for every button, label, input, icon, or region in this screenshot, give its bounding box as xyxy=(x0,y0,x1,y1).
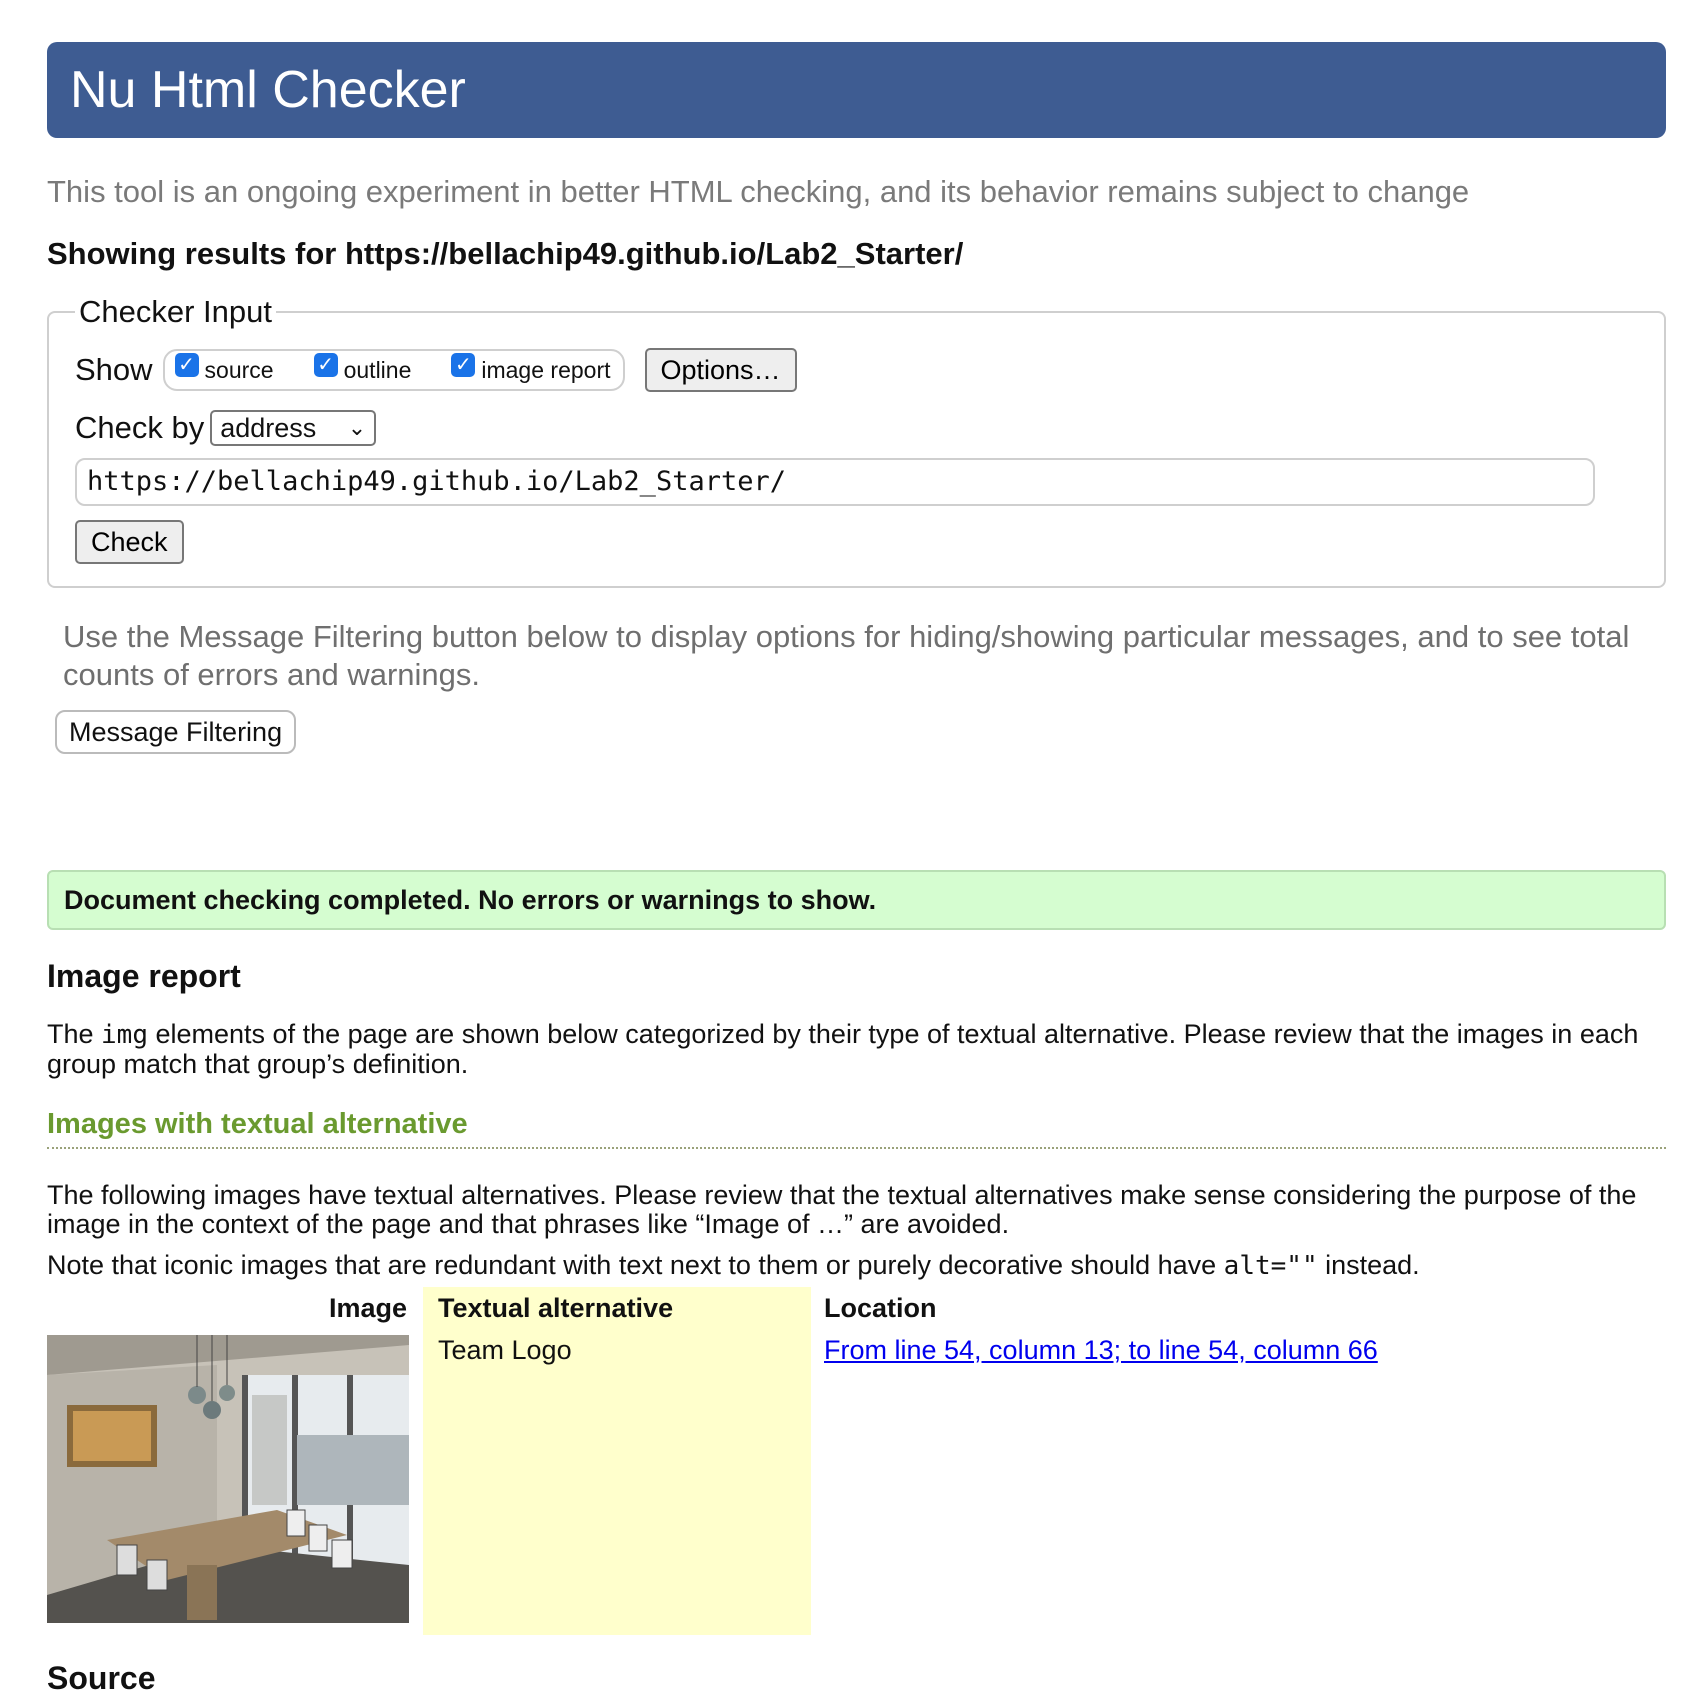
image-report-desc-post: elements of the page are shown below cat… xyxy=(47,1019,1639,1079)
success-message: Document checking completed. No errors o… xyxy=(47,870,1666,930)
page: Nu Html Checker This tool is an ongoing … xyxy=(47,42,1666,1653)
location-link[interactable]: From line 54, column 13; to line 54, col… xyxy=(824,1335,1378,1366)
show-label: Show xyxy=(75,352,153,387)
options-button[interactable]: Options… xyxy=(644,348,797,392)
tagline: This tool is an ongoing experiment in be… xyxy=(47,174,1470,209)
check-button[interactable]: Check xyxy=(75,520,184,564)
chevron-down-icon: ⌄ xyxy=(347,415,367,440)
page-title: Nu Html Checker xyxy=(47,42,1666,138)
show-options-group: ✓ source ✓ outline ✓ image report xyxy=(162,349,625,391)
img-code: img xyxy=(101,1020,148,1050)
checker-input-legend: Checker Input xyxy=(79,294,272,329)
images-with-alt-description: The following images have textual altern… xyxy=(47,1180,1637,1239)
alt-note: Note that iconic images that are redunda… xyxy=(47,1251,1666,1281)
conference-room-photo xyxy=(47,1335,409,1623)
image-column-header: Image xyxy=(329,1293,408,1323)
alt-code: alt="" xyxy=(1223,1251,1318,1281)
results-heading: Showing results for https://bellachip49.… xyxy=(47,236,964,271)
images-with-alt-heading: Images with textual alternative xyxy=(47,1107,1666,1149)
source-checkbox-label[interactable]: source xyxy=(205,357,274,384)
show-row: Show ✓ source ✓ outline ✓ image report O… xyxy=(75,348,1638,392)
conference-room-image xyxy=(47,1335,409,1623)
image-report-desc-pre: The xyxy=(47,1019,102,1049)
url-input[interactable]: https://bellachip49.github.io/Lab2_Start… xyxy=(75,458,1595,506)
alt-text-value: Team Logo xyxy=(438,1335,572,1365)
alt-column-header: Textual alternative xyxy=(438,1293,674,1323)
image-report-heading: Image report xyxy=(47,958,241,994)
checker-input-fieldset: Checker Input Show ✓ source ✓ outline ✓ … xyxy=(47,294,1666,588)
image-report-checkbox-label[interactable]: image report xyxy=(481,357,610,384)
check-by-label: Check by xyxy=(75,410,205,445)
check-by-value: address xyxy=(220,412,317,443)
check-by-select[interactable]: address ⌄ xyxy=(210,410,377,446)
alt-note-pre: Note that iconic images that are redunda… xyxy=(47,1250,1224,1280)
filter-note: Use the Message Filtering button below t… xyxy=(63,619,1630,692)
source-checkbox[interactable]: ✓ xyxy=(174,353,199,377)
check-by-row: Check by address ⌄ xyxy=(75,410,1638,446)
source-heading: Source xyxy=(47,1660,156,1696)
location-column-header: Location xyxy=(824,1293,937,1323)
image-report-table: Image Textual alternative Location Team … xyxy=(47,1287,1666,1653)
outline-checkbox-label[interactable]: outline xyxy=(344,357,412,384)
outline-checkbox[interactable]: ✓ xyxy=(313,353,338,377)
message-filtering-button[interactable]: Message Filtering xyxy=(55,710,297,754)
image-report-checkbox[interactable]: ✓ xyxy=(451,353,476,377)
alt-note-post: instead. xyxy=(1317,1250,1420,1280)
image-report-description: The img elements of the page are shown b… xyxy=(47,1020,1666,1079)
